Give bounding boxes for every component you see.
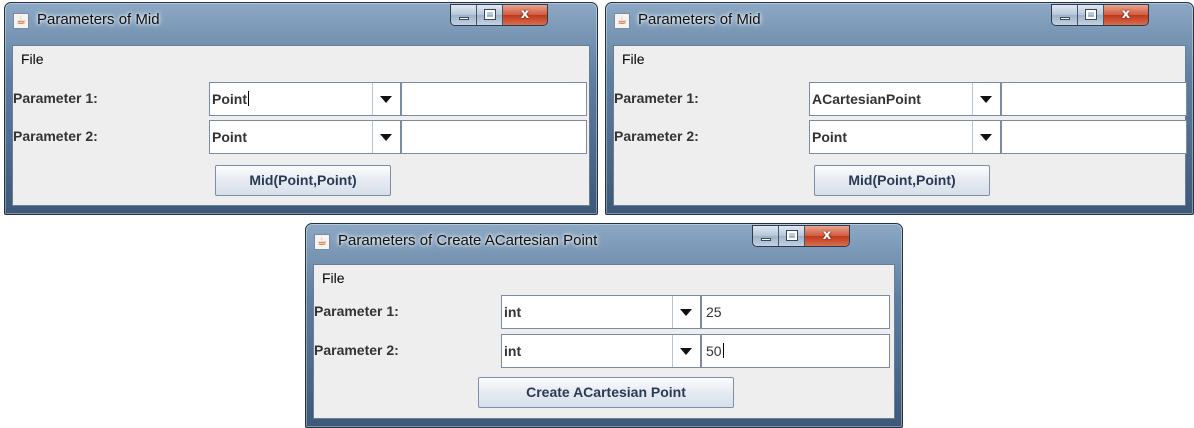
close-button[interactable]: x [503,5,547,25]
close-button[interactable]: x [1104,5,1148,25]
parameter-row-1: Parameter 1: ACartesianPoint [614,82,1187,116]
parameter-2-value-field[interactable]: 50 [701,334,890,368]
parameter-1-type-value: Point [212,91,249,107]
parameter-row-1: Parameter 1: int 25 [314,295,894,329]
maximize-icon [484,9,496,20]
window-controls: x [450,4,548,26]
parameter-1-type-combo[interactable]: ACartesianPoint [809,82,1001,116]
close-button[interactable]: x [805,226,849,246]
java-cup-icon[interactable]: ☕ [13,13,29,29]
maximize-button[interactable] [779,226,805,246]
parameter-1-type-combo[interactable]: Point [209,82,401,116]
close-icon: x [822,228,832,243]
parameter-2-type-combo[interactable]: int [501,334,701,368]
parameter-row-2: Parameter 2: int 50 [314,334,894,368]
maximize-icon [1085,9,1097,20]
minimize-button[interactable] [753,226,779,246]
title-bar[interactable]: ☕ Parameters of Create ACartesian Point … [306,224,902,258]
invoke-method-button[interactable]: Mid(Point,Point) [814,165,990,196]
window-controls: x [752,225,850,247]
parameter-1-value-field[interactable] [1001,82,1187,116]
parameter-2-value-field[interactable] [1001,120,1187,154]
parameter-row-1: Parameter 1: Point [13,82,589,116]
chevron-down-icon[interactable] [372,83,400,115]
parameter-row-2: Parameter 2: Point [13,120,589,154]
parameter-2-type-combo[interactable]: Point [809,120,1001,154]
parameter-1-value-field[interactable]: 25 [701,295,890,329]
window-controls: x [1051,4,1149,26]
parameter-1-value-field[interactable] [401,82,587,116]
dialog-parameters-of-create-acartesian-point: ☕ Parameters of Create ACartesian Point … [305,223,903,428]
parameter-1-label: Parameter 1: [314,303,399,319]
chevron-down-icon[interactable] [372,121,400,153]
parameter-row-2: Parameter 2: Point [614,120,1187,154]
parameter-1-label: Parameter 1: [614,90,699,106]
window-title: Parameters of Mid [638,11,761,28]
menu-bar: File [614,46,1185,70]
dialog-parameters-of-mid-1: ☕ Parameters of Mid x File Parameter 1: … [4,2,598,215]
invoke-method-button[interactable]: Mid(Point,Point) [215,165,391,196]
parameter-2-value-wrapper: 50 [706,343,724,359]
minimize-icon [1060,17,1070,20]
parameter-2-type-value: Point [812,129,847,145]
dialog-content: File Parameter 1: Point Parameter 2: Poi… [12,45,590,206]
minimize-icon [459,17,469,20]
parameter-2-label: Parameter 2: [13,128,98,144]
menu-file[interactable]: File [622,51,645,67]
title-bar[interactable]: ☕ Parameters of Mid x [606,3,1193,37]
parameter-1-value: 25 [706,304,722,320]
parameter-2-type-value: Point [212,129,247,145]
parameter-1-type-value: ACartesianPoint [812,91,921,107]
minimize-icon [761,238,771,241]
menu-file[interactable]: File [21,51,44,67]
parameter-1-label: Parameter 1: [13,90,98,106]
java-cup-icon[interactable]: ☕ [614,13,630,29]
dialog-content: File Parameter 1: ACartesianPoint Parame… [613,45,1187,206]
parameter-2-value-field[interactable] [401,120,587,154]
maximize-button[interactable] [1078,5,1104,25]
chevron-down-icon[interactable] [672,335,700,367]
menu-bar: File [314,265,894,289]
close-icon: x [520,7,530,22]
maximize-button[interactable] [477,5,503,25]
maximize-icon [786,230,798,241]
invoke-constructor-button[interactable]: Create ACartesian Point [478,377,734,408]
parameter-1-type-value: int [504,304,522,320]
chevron-down-icon[interactable] [672,296,700,328]
menu-bar: File [13,46,589,70]
window-title: Parameters of Create ACartesian Point [338,232,598,249]
close-icon: x [1121,7,1131,22]
title-bar[interactable]: ☕ Parameters of Mid x [5,3,597,37]
parameter-2-type-value: int [504,343,522,359]
java-cup-icon[interactable]: ☕ [314,234,330,250]
dialog-content: File Parameter 1: int 25 Parameter 2: in… [313,264,895,419]
dialog-parameters-of-mid-2: ☕ Parameters of Mid x File Parameter 1: … [605,2,1194,215]
parameter-2-label: Parameter 2: [614,128,699,144]
window-title: Parameters of Mid [37,11,160,28]
parameter-2-type-combo[interactable]: Point [209,120,401,154]
chevron-down-icon[interactable] [972,83,1000,115]
minimize-button[interactable] [1052,5,1078,25]
parameter-2-value: 50 [706,343,722,359]
parameter-2-label: Parameter 2: [314,342,399,358]
minimize-button[interactable] [451,5,477,25]
parameter-1-type-combo[interactable]: int [501,295,701,329]
chevron-down-icon[interactable] [972,121,1000,153]
menu-file[interactable]: File [322,270,345,286]
